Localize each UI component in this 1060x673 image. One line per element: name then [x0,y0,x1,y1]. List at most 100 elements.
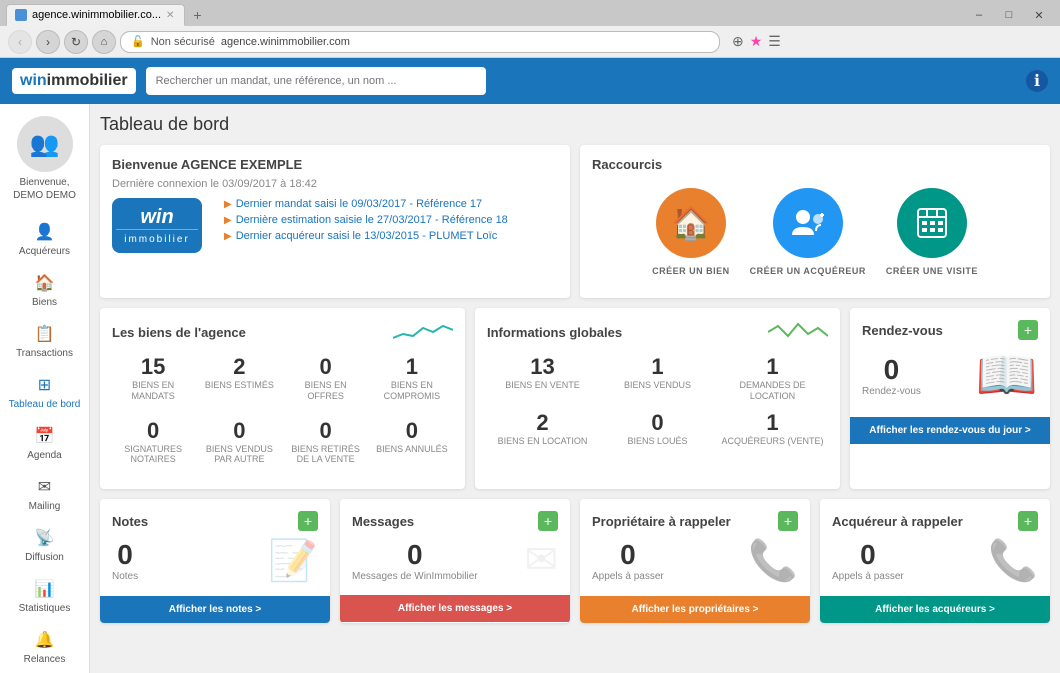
home-button[interactable]: ⌂ [92,30,116,54]
acquereur-icon: 📞 [988,537,1038,584]
url-input[interactable]: 🔓 Non sécurisé agence.winimmobilier.com [120,31,720,53]
minimize-button[interactable]: – [964,4,994,26]
sidebar-item-mailing[interactable]: ✉ Mailing [0,469,89,520]
link-mandat[interactable]: ▶ Dernier mandat saisi le 09/03/2017 - R… [224,198,558,210]
menu-icon[interactable]: ☰ [768,33,781,50]
sidebar-label-mailing: Mailing [29,501,61,512]
info-button[interactable]: ℹ [1026,70,1048,92]
shortcut-acquereur[interactable]: CRÉER UN ACQUÉREUR [750,188,866,276]
forward-button[interactable]: › [36,30,60,54]
acquereur-show-button[interactable]: Afficher les acquéreurs > [820,596,1050,623]
stats-icon: 📊 [35,579,55,599]
proprietaire-stats: 0 Appels à passer [592,539,664,582]
sidebar-label-biens: Biens [32,297,57,308]
rdv-icon: 📖 [976,346,1038,405]
browser-tab[interactable]: agence.winimmobilier.co... ✕ [6,4,185,26]
messages-show-button[interactable]: Afficher les messages > [340,595,570,622]
close-button[interactable]: ✕ [1024,4,1054,26]
proprietaire-title: Propriétaire à rappeler [592,514,731,529]
logo-immo: immobilier [47,72,128,90]
proprietaire-icon: 📞 [748,537,798,584]
welcome-links: ▶ Dernier mandat saisi le 09/03/2017 - R… [224,198,558,253]
notes-num: 0 [112,539,138,571]
sidebar-item-tableau[interactable]: ⊞ Tableau de bord [0,367,89,418]
sidebar-item-relances[interactable]: 🔔 Relances [0,622,89,673]
link-acquereur-text: Dernier acquéreur saisi le 13/03/2015 - … [236,230,498,242]
sidebar-label-acquereurs: Acquéreurs [19,246,70,257]
notes-show-button[interactable]: Afficher les notes > [100,596,330,623]
stat-acq-vente: 1 ACQUÉREURS (VENTE) [717,406,828,451]
proprietaire-add-button[interactable]: + [778,511,798,531]
logo-win: win [20,72,47,90]
shortcut-bien[interactable]: 🏠 CRÉER UN BIEN [652,188,730,276]
back-button[interactable]: ‹ [8,30,32,54]
sidebar-label-agenda: Agenda [27,450,61,461]
sidebar-item-diffusion[interactable]: 📡 Diffusion [0,520,89,571]
welcome-logo: win immobilier [112,198,212,253]
tab-close[interactable]: ✕ [166,10,174,21]
biens-header: Les biens de l'agence [112,320,453,344]
proprietaire-content: 0 Appels à passer 📞 [592,537,798,584]
bell-icon: 🔔 [35,630,55,650]
extensions-icon[interactable]: ⊕ [732,33,744,50]
logo-win-big: win [116,206,198,229]
transactions-icon: 📋 [35,324,55,344]
stat-vente: 13 BIENS EN VENTE [487,350,598,406]
messages-add-button[interactable]: + [538,511,558,531]
shortcuts-grid: 🏠 CRÉER UN BIEN [592,178,1038,286]
sidebar-label-transactions: Transactions [16,348,73,359]
proprietaire-show-button[interactable]: Afficher les propriétaires > [580,596,810,623]
url-address: agence.winimmobilier.com [221,36,350,48]
link-estimation[interactable]: ▶ Dernière estimation saisie le 27/03/20… [224,214,558,226]
shortcut-icon-bien: 🏠 [656,188,726,258]
biens-stats2: 0 SIGNATURES NOTAIRES 0 BIENS VENDUS PAR… [112,414,453,470]
sidebar-item-transactions[interactable]: 📋 Transactions [0,316,89,367]
broadcast-icon: 📡 [35,528,55,548]
app-body: 👥 Bienvenue, DEMO DEMO 👤 Acquéreurs 🏠 Bi… [0,104,1060,673]
proprietaire-body: Propriétaire à rappeler + 0 Appels à pas… [580,499,810,596]
sidebar-item-biens[interactable]: 🏠 Biens [0,265,89,316]
rdv-body: Rendez-vous + 0 Rendez-vous 📖 [850,308,1050,417]
welcome-header: Bienvenue AGENCE EXEMPLE [112,157,558,172]
new-tab-button[interactable]: + [185,4,209,26]
sidebar: 👥 Bienvenue, DEMO DEMO 👤 Acquéreurs 🏠 Bi… [0,104,90,673]
stat-offres: 0 BIENS EN OFFRES [285,350,367,406]
acquereur-card: Acquéreur à rappeler + 0 Appels à passer… [820,499,1050,623]
messages-content: 0 Messages de WinImmobilier ✉ [352,537,558,583]
biens-card: Les biens de l'agence 15 BIENS EN MANDAT… [100,308,465,489]
infos-title: Informations globales [487,325,622,340]
last-login: Dernière connexion le 03/09/2017 à 18:42 [112,178,558,190]
messages-stats: 0 Messages de WinImmobilier [352,539,478,582]
rdv-card: Rendez-vous + 0 Rendez-vous 📖 Afficher l… [850,308,1050,489]
rdv-show-button[interactable]: Afficher les rendez-vous du jour > [850,417,1050,444]
sidebar-item-stats[interactable]: 📊 Statistiques [0,571,89,622]
bookmark-icon[interactable]: ★ [750,33,763,50]
logo-immo-big: immobilier [116,229,198,245]
sidebar-item-acquereurs[interactable]: 👤 Acquéreurs [0,214,89,265]
win-logo-big: win immobilier [112,198,202,253]
acquereur-add-button[interactable]: + [1018,511,1038,531]
search-container [146,67,486,95]
shortcut-visite[interactable]: CRÉER UNE VISITE [886,188,978,276]
biens-title: Les biens de l'agence [112,325,246,340]
sidebar-item-agenda[interactable]: 📅 Agenda [0,418,89,469]
proprietaire-label: Appels à passer [592,571,664,582]
notes-card: Notes + 0 Notes 📝 Afficher les notes > [100,499,330,623]
stat-loues: 0 BIENS LOUÉS [602,406,713,451]
infos-stats1: 13 BIENS EN VENTE 1 BIENS VENDUS 1 DEMAN… [487,350,828,406]
rdv-title: Rendez-vous [862,323,943,338]
refresh-button[interactable]: ↻ [64,30,88,54]
visite-svg [914,205,950,241]
link-acquereur[interactable]: ▶ Dernier acquéreur saisi le 13/03/2015 … [224,230,558,242]
shortcut-label-acquereur: CRÉER UN ACQUÉREUR [750,266,866,276]
link-mandat-text: Dernier mandat saisi le 09/03/2017 - Réf… [236,198,482,210]
messages-title: Messages [352,514,414,529]
restore-button[interactable]: □ [994,4,1024,26]
user-greeting: Bienvenue, DEMO DEMO [0,176,89,202]
notes-add-button[interactable]: + [298,511,318,531]
acquereur-num: 0 [832,539,904,571]
rdv-add-button[interactable]: + [1018,320,1038,340]
acquereur-header: Acquéreur à rappeler + [832,511,1038,531]
search-input[interactable] [146,67,486,95]
calendar-icon: 📅 [35,426,55,446]
